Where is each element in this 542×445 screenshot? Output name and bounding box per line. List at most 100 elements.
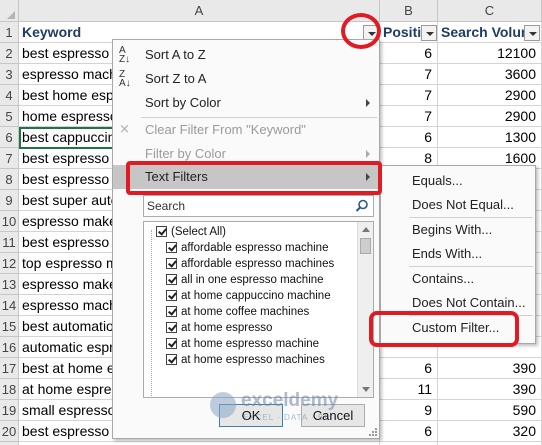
submenu-item-begins-with[interactable]: Begins With...: [381, 218, 535, 242]
list-scrollbar[interactable]: [357, 222, 373, 397]
search-volume-cell[interactable]: 390: [438, 379, 542, 400]
filter-dropdown-search-volume-button[interactable]: [524, 25, 540, 41]
row-header[interactable]: 6: [0, 127, 19, 148]
search-volume-cell[interactable]: 390: [438, 358, 542, 379]
search-volume-cell[interactable]: 12100: [438, 43, 542, 64]
checklist-label: affordable espresso machines: [181, 258, 335, 270]
submenu-arrow-icon: [366, 99, 370, 107]
ok-button[interactable]: OK: [219, 404, 283, 427]
column-header-row: A B C: [0, 0, 542, 22]
position-cell[interactable]: 6: [380, 421, 438, 442]
checkbox-checked[interactable]: [166, 306, 177, 317]
sort-z-to-a-item[interactable]: Z A↓ Sort Z to A: [113, 67, 379, 91]
cancel-button[interactable]: Cancel: [301, 404, 365, 427]
text-filters-item[interactable]: Text Filters: [113, 165, 379, 189]
text-filters-submenu: Equals... Does Not Equal... Begins With...…: [380, 165, 536, 344]
submenu-item-ends-with[interactable]: Ends With...: [381, 242, 535, 266]
filter-search-input[interactable]: Search: [143, 195, 374, 217]
search-volume-cell[interactable]: 2900: [438, 106, 542, 127]
row-header[interactable]: 20: [0, 421, 19, 442]
submenu-item-contains[interactable]: Contains...: [381, 267, 535, 291]
row-header[interactable]: 13: [0, 274, 19, 295]
row-header[interactable]: 19: [0, 400, 19, 421]
search-volume-cell[interactable]: 320: [438, 421, 542, 442]
clear-filter-item: ⨯ Clear Filter From "Keyword": [113, 118, 379, 142]
checkbox-checked[interactable]: [166, 290, 177, 301]
sort-a-to-z-label: Sort A to Z: [145, 47, 206, 62]
checkbox-checked[interactable]: [166, 322, 177, 333]
filter-by-color-label: Filter by Color: [145, 146, 226, 161]
filter-by-color-item: Filter by Color: [113, 142, 379, 166]
sort-a-to-z-item[interactable]: A Z↓ Sort A to Z: [113, 43, 379, 67]
clear-filter-icon: ⨯: [119, 121, 130, 136]
sort-ascending-icon: A Z↓: [119, 45, 131, 65]
row-header[interactable]: 12: [0, 253, 19, 274]
checkbox-checked[interactable]: [156, 226, 167, 237]
row-header[interactable]: 14: [0, 295, 19, 316]
search-volume-cell[interactable]: 2900: [438, 85, 542, 106]
column-header-c[interactable]: C: [438, 0, 542, 22]
position-cell[interactable]: 7: [380, 64, 438, 85]
row-header[interactable]: 2: [0, 43, 19, 64]
scroll-down-icon[interactable]: [362, 387, 370, 392]
row-header[interactable]: 18: [0, 379, 19, 400]
search-icon: [355, 199, 368, 212]
submenu-item-custom-filter[interactable]: Custom Filter...: [381, 316, 535, 340]
row-header[interactable]: 5: [0, 106, 19, 127]
autofilter-dropdown: A Z↓ Sort A to Z Z A↓ Sort Z to A Sort by …: [112, 39, 380, 439]
checklist-label: at home espresso machines: [181, 354, 325, 366]
row-header[interactable]: 16: [0, 337, 19, 358]
sort-by-color-item[interactable]: Sort by Color: [113, 91, 379, 115]
checklist-label: (Select All): [171, 226, 226, 238]
column-header-b[interactable]: B: [380, 0, 438, 22]
position-cell[interactable]: 6: [380, 358, 438, 379]
submenu-item-does-not-contain[interactable]: Does Not Contain...: [381, 291, 535, 315]
submenu-arrow-icon: [366, 150, 370, 158]
checklist-label: at home espresso machine: [181, 338, 320, 350]
search-volume-cell[interactable]: 1300: [438, 127, 542, 148]
row-header[interactable]: 9: [0, 190, 19, 211]
checklist-label: at home espresso: [181, 322, 273, 334]
search-volume-cell[interactable]: 3600: [438, 64, 542, 85]
row-header[interactable]: 8: [0, 169, 19, 190]
checkbox-checked[interactable]: [166, 338, 177, 349]
select-all-corner[interactable]: [0, 0, 19, 22]
text-filters-label: Text Filters: [145, 169, 208, 184]
checklist-label: affordable espresso machine: [181, 242, 329, 254]
column-header-a[interactable]: A: [19, 0, 380, 22]
row-header[interactable]: 11: [0, 232, 19, 253]
position-cell[interactable]: 7: [380, 85, 438, 106]
row-header[interactable]: 15: [0, 316, 19, 337]
position-cell[interactable]: 6: [380, 43, 438, 64]
checklist-label: all in one espresso machine: [181, 274, 324, 286]
checkbox-checked[interactable]: [166, 258, 177, 269]
submenu-item-does-not-equal[interactable]: Does Not Equal...: [381, 193, 535, 217]
position-cell[interactable]: 9: [380, 400, 438, 421]
scroll-up-icon[interactable]: [362, 227, 370, 232]
position-cell[interactable]: 11: [380, 379, 438, 400]
filter-value-list[interactable]: (Select All) affordable espresso machine a…: [143, 221, 374, 398]
row-header[interactable]: 10: [0, 211, 19, 232]
checkbox-checked[interactable]: [166, 242, 177, 253]
position-cell[interactable]: 7: [380, 106, 438, 127]
row-header[interactable]: 1: [0, 22, 19, 43]
resize-grip-icon[interactable]: [369, 428, 377, 436]
sort-by-color-label: Sort by Color: [145, 95, 221, 110]
filter-dropdown-position-button[interactable]: [421, 25, 437, 41]
sort-descending-icon: Z A↓: [119, 69, 131, 89]
position-cell[interactable]: 6: [380, 127, 438, 148]
scroll-thumb[interactable]: [360, 238, 371, 254]
checkbox-checked[interactable]: [166, 274, 177, 285]
search-placeholder: Search: [147, 199, 186, 213]
checkbox-checked[interactable]: [166, 354, 177, 365]
row-header[interactable]: 17: [0, 358, 19, 379]
row-header[interactable]: 3: [0, 64, 19, 85]
search-volume-cell[interactable]: 590: [438, 400, 542, 421]
submenu-item-equals[interactable]: Equals...: [381, 169, 535, 193]
sort-z-to-a-label: Sort Z to A: [145, 71, 207, 86]
checklist-label: at home coffee machines: [181, 306, 310, 318]
tree-guide-line: [151, 230, 152, 397]
checklist-label: at home cappuccino machine: [181, 290, 331, 302]
row-header[interactable]: 4: [0, 85, 19, 106]
row-header[interactable]: 7: [0, 148, 19, 169]
